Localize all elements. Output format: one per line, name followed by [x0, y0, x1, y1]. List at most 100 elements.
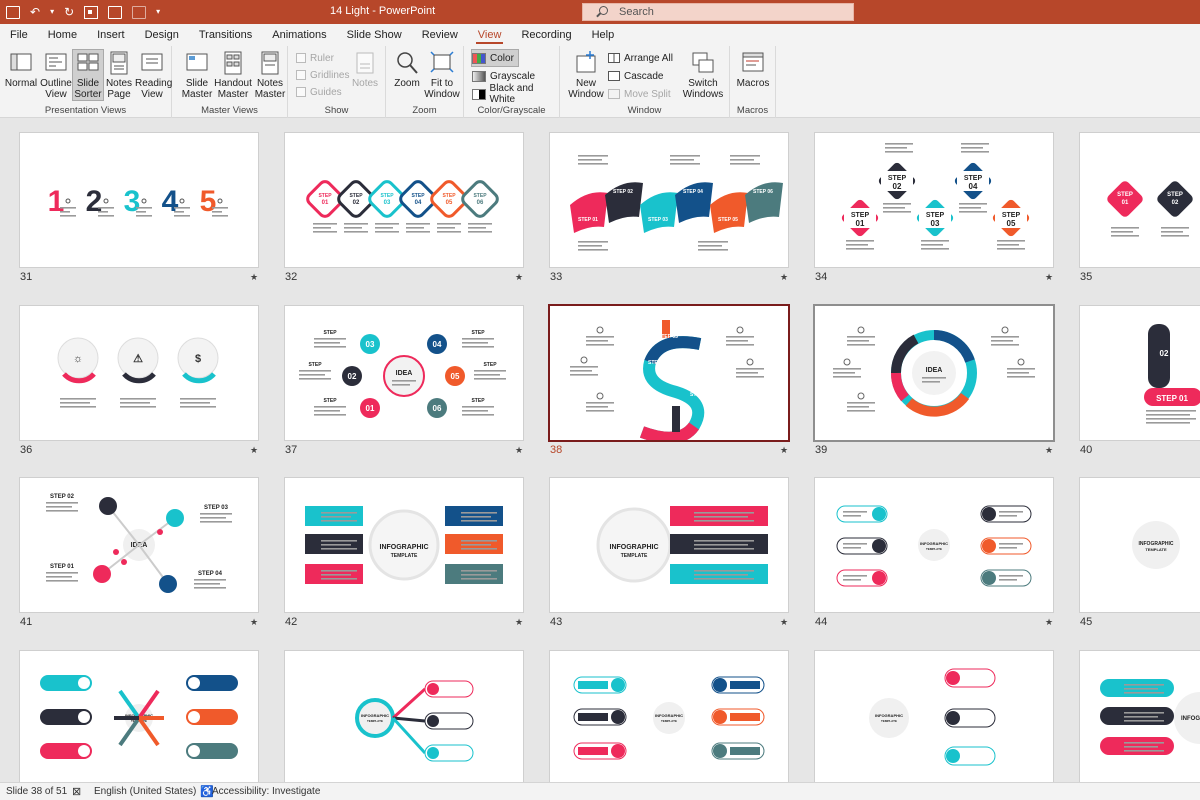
- guides-checkbox[interactable]: Guides: [296, 84, 342, 100]
- tab-animations[interactable]: Animations: [262, 24, 336, 46]
- slide-thumbnail-39[interactable]: IDEA: [815, 306, 1053, 440]
- slide-master-button[interactable]: Slide Master: [180, 50, 214, 100]
- handout-master-button[interactable]: Handout Master: [214, 50, 252, 100]
- save-icon[interactable]: [6, 5, 20, 19]
- slide-preview: STEP 01 STEP 02 STEP 03 STEP 04 STEP 05 STEP …: [570, 155, 783, 251]
- slide-thumbnail-44[interactable]: INFOGRAPHIC TEMPLATE: [815, 478, 1053, 612]
- black-and-white-button[interactable]: Black and White: [472, 83, 559, 105]
- transition-star-icon[interactable]: ★: [780, 445, 788, 456]
- slide-thumbnail-42[interactable]: INFOGRAPHIC TEMPLATE: [285, 478, 523, 612]
- text-placeholder: [694, 548, 754, 550]
- slide-thumbnail-35[interactable]: STEP 01 STEP 02: [1080, 133, 1200, 267]
- tab-file[interactable]: File: [0, 24, 38, 46]
- tab-slide-show[interactable]: Slide Show: [337, 24, 412, 46]
- present-from-beginning-icon[interactable]: [84, 5, 99, 19]
- slide-thumbnail-40[interactable]: STEP 01 02: [1080, 306, 1200, 440]
- text-placeholder: [1161, 227, 1189, 229]
- notes-page-button[interactable]: Notes Page: [105, 50, 133, 100]
- color-button[interactable]: Color: [471, 49, 519, 67]
- transition-star-icon[interactable]: ★: [780, 272, 788, 283]
- transition-star-icon[interactable]: ★: [250, 272, 258, 283]
- step-label: STEP 05: [718, 217, 738, 223]
- slide-preview: STEP 01 02: [1144, 324, 1200, 424]
- step-icon: [217, 198, 223, 204]
- slide-thumbnail-47[interactable]: INFOGRAPHIC TEMPLATE: [285, 651, 523, 782]
- ruler-checkbox[interactable]: Ruler: [296, 50, 334, 66]
- macros-button[interactable]: Macros: [736, 50, 770, 89]
- reading-view-button[interactable]: Reading View: [135, 50, 172, 100]
- text-placeholder: [194, 579, 226, 581]
- notes-button[interactable]: Notes: [350, 50, 380, 89]
- language-indicator[interactable]: English (United States): [94, 786, 196, 797]
- fit-to-window-button[interactable]: Fit to Window: [424, 50, 460, 100]
- notes-master-button[interactable]: Notes Master: [254, 50, 286, 100]
- text-placeholder: [999, 575, 1023, 577]
- circle-glyph-icon: ☼: [73, 353, 83, 365]
- transition-star-icon[interactable]: ★: [515, 272, 523, 283]
- move-split-button[interactable]: Move Split: [608, 86, 671, 102]
- slide-thumbnail-32[interactable]: STEP 01 STEP 02 STEP 03 STEP 04 STEP 05 STEP 06: [285, 133, 523, 267]
- tab-view[interactable]: View: [468, 24, 512, 46]
- transition-star-icon[interactable]: ★: [515, 617, 523, 628]
- tab-review[interactable]: Review: [412, 24, 468, 46]
- slide-thumbnail-38[interactable]: STEP 05 STEP 04 STEP 03 STEP 02 STEP 01: [550, 306, 788, 440]
- switch-windows-button[interactable]: Switch Windows: [680, 50, 726, 100]
- tab-help[interactable]: Help: [582, 24, 625, 46]
- undo-icon[interactable]: ↶: [30, 4, 40, 20]
- text-placeholder: [843, 547, 861, 549]
- slide-sorter-pane[interactable]: 1 2 3 4 5 31 ★ STEP 01 STEP 02 STEP 03 STEP 04 STEP 05 ST…: [0, 119, 1200, 782]
- tab-recording[interactable]: Recording: [511, 24, 581, 46]
- slide-thumbnail-31[interactable]: 12345: [20, 133, 258, 267]
- search-box[interactable]: Search: [582, 3, 854, 21]
- dot: [157, 529, 163, 535]
- transition-star-icon[interactable]: ★: [1045, 445, 1053, 456]
- tab-transitions[interactable]: Transitions: [189, 24, 262, 46]
- tab-home[interactable]: Home: [38, 24, 87, 46]
- redo-icon[interactable]: ↻: [64, 4, 74, 20]
- text-placeholder: [1124, 716, 1158, 718]
- outline-view-button[interactable]: Outline View: [40, 50, 72, 100]
- info-icon-circle: [713, 678, 727, 692]
- slide-thumbnail-50[interactable]: INFOGRAPHIC: [1080, 651, 1200, 782]
- info-label-bar: [730, 681, 760, 689]
- arrange-all-button[interactable]: Arrange All: [608, 50, 673, 66]
- accessibility-status[interactable]: Accessibility: Investigate: [212, 786, 320, 797]
- transition-star-icon[interactable]: ★: [515, 445, 523, 456]
- slide-thumbnail-41[interactable]: IDEASTEP 02STEP 03STEP 01STEP 04: [20, 478, 258, 612]
- spelling-check-icon[interactable]: ⊠: [72, 785, 81, 798]
- text-placeholder: [344, 223, 368, 225]
- text-placeholder: [578, 249, 608, 251]
- transition-star-icon[interactable]: ★: [1045, 617, 1053, 628]
- center-circle: [355, 698, 395, 738]
- zoom-button[interactable]: Zoom: [392, 50, 422, 89]
- slide-thumbnail-33[interactable]: STEP 01 STEP 02 STEP 03 STEP 04 STEP 05 STEP …: [550, 133, 788, 267]
- slide-thumbnail-37[interactable]: IDEA 03 04 02 05 01 06 STEP STEP STEP STEP STEP STEP: [285, 306, 523, 440]
- slide-thumbnail-36[interactable]: ☼ ⚠ $: [20, 306, 258, 440]
- transition-star-icon[interactable]: ★: [250, 617, 258, 628]
- transition-star-icon[interactable]: ★: [780, 617, 788, 628]
- transition-star-icon[interactable]: ★: [250, 445, 258, 456]
- slide-thumbnail-43[interactable]: INFOGRAPHIC TEMPLATE: [550, 478, 788, 612]
- cascade-button[interactable]: Cascade: [608, 68, 663, 84]
- tab-design[interactable]: Design: [135, 24, 189, 46]
- gridlines-checkbox[interactable]: Gridlines: [296, 67, 349, 83]
- slide-thumbnail-49[interactable]: INFOGRAPHIC TEMPLATE: [815, 651, 1053, 782]
- step-label: STEP: [380, 193, 394, 199]
- grayscale-button[interactable]: Grayscale: [472, 68, 535, 84]
- customize-qat-icon[interactable]: ▾: [156, 4, 160, 20]
- slide-thumbnail-46[interactable]: INFOGRAPHICTEMPLATE: [20, 651, 258, 782]
- slide-thumbnail-45[interactable]: INFOGRAPHIC TEMPLATE: [1080, 478, 1200, 612]
- step-label: STEP: [349, 193, 363, 199]
- new-window-button[interactable]: New Window: [566, 50, 606, 100]
- slide-thumbnail-34[interactable]: STEP 01 STEP 02 STEP 03 STEP 04 STEP 05: [815, 133, 1053, 267]
- slide-sorter-button[interactable]: Slide Sorter: [72, 49, 104, 101]
- transition-star-icon[interactable]: ★: [1045, 272, 1053, 283]
- ribbon-view: Normal Outline View Slide Sorter Notes P…: [0, 46, 1200, 118]
- undo-dropdown-icon[interactable]: ▾: [50, 4, 54, 20]
- normal-view-button[interactable]: Normal: [4, 50, 38, 89]
- text-placeholder: [321, 520, 357, 522]
- start-from-current-icon[interactable]: [108, 5, 123, 19]
- slide-thumbnail-48[interactable]: INFOGRAPHIC TEMPLATE: [550, 651, 788, 782]
- text-placeholder: [212, 211, 222, 213]
- tab-insert[interactable]: Insert: [87, 24, 135, 46]
